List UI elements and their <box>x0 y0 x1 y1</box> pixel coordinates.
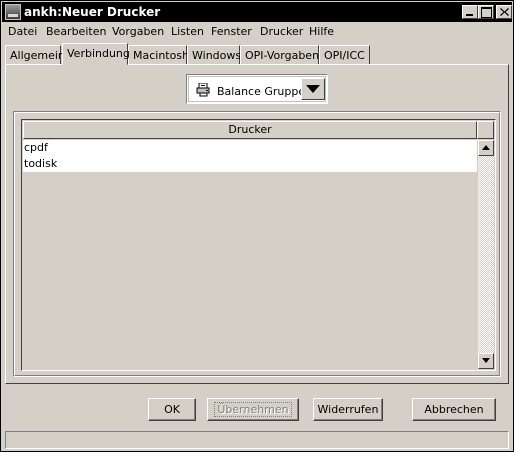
apply-button[interactable]: Übernehmen <box>207 398 299 421</box>
menu-bearbeiten[interactable]: Bearbeiten <box>46 25 106 38</box>
revert-button[interactable]: Widerrufen <box>313 398 383 421</box>
tab-opi-vorgaben[interactable]: OPI-Vorgaben <box>240 45 319 65</box>
menu-fenster[interactable]: Fenster <box>211 25 252 38</box>
window-title: ankh:Neuer Drucker <box>24 5 161 19</box>
arrow-up-icon <box>482 145 490 150</box>
header-corner <box>477 121 494 139</box>
app-window: ankh:Neuer Drucker Datei Bearbeiten Vorg… <box>0 0 514 452</box>
menu-datei[interactable]: Datei <box>8 25 37 38</box>
scroll-up-button[interactable] <box>478 140 494 156</box>
printer-group-icon <box>196 82 212 100</box>
menu-drucker[interactable]: Drucker <box>260 25 303 38</box>
ok-button[interactable]: OK <box>148 398 196 421</box>
close-icon <box>500 8 509 16</box>
cancel-button[interactable]: Abbrechen <box>412 398 496 421</box>
table-row[interactable]: todisk <box>23 156 477 172</box>
minimize-button[interactable] <box>462 5 478 19</box>
group-select-dropdown[interactable]: Balance Gruppe <box>186 74 328 104</box>
scroll-down-button[interactable] <box>478 353 494 369</box>
chevron-down-icon <box>306 85 320 93</box>
vertical-scrollbar[interactable] <box>478 140 494 369</box>
menu-bar: Datei Bearbeiten Vorgaben Listen Fenster… <box>2 23 512 41</box>
close-button[interactable] <box>496 5 512 19</box>
title-bar[interactable]: ankh:Neuer Drucker <box>2 2 512 22</box>
dropdown-arrow-button[interactable] <box>301 78 325 100</box>
table-rows: cpdf todisk <box>23 140 477 172</box>
tab-opi-icc[interactable]: OPI/ICC <box>319 45 370 65</box>
tab-windows[interactable]: Windows <box>187 45 241 65</box>
dropdown-field: Balance Gruppe <box>188 76 326 102</box>
group-select-value: Balance Gruppe <box>217 85 306 98</box>
maximize-button[interactable] <box>478 5 494 19</box>
printer-table: Drucker cpdf todisk <box>21 119 496 371</box>
tab-allgemein[interactable]: Allgemein <box>5 45 65 65</box>
status-bar <box>5 431 509 449</box>
tab-verbindung[interactable]: Verbindung <box>62 43 130 65</box>
menu-vorgaben[interactable]: Vorgaben <box>112 25 164 38</box>
column-header-drucker[interactable]: Drucker <box>23 121 477 139</box>
app-icon <box>5 4 21 20</box>
apply-button-label: Übernehmen <box>214 402 292 417</box>
arrow-down-icon <box>482 358 490 363</box>
table-row[interactable]: cpdf <box>23 140 477 156</box>
menu-hilfe[interactable]: Hilfe <box>309 25 334 38</box>
tab-macintosh[interactable]: Macintosh <box>128 45 189 65</box>
menu-listen[interactable]: Listen <box>171 25 204 38</box>
